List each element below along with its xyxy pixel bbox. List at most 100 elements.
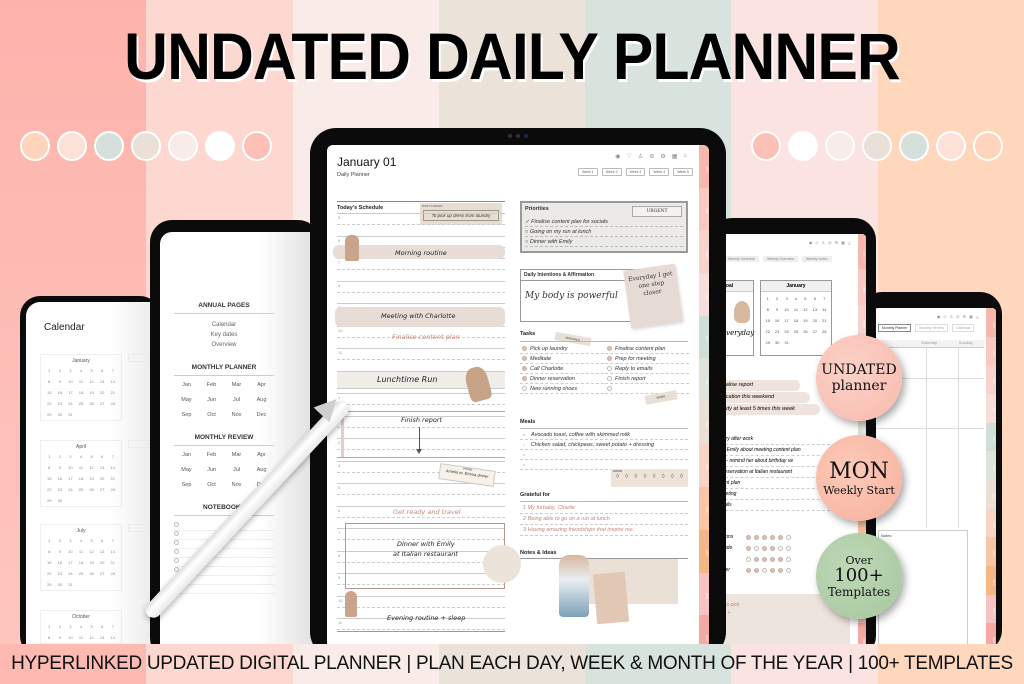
water-drop-icon[interactable]: ◊ bbox=[616, 474, 619, 480]
dont-forget-text[interactable]: To pick up dress from laundry bbox=[423, 210, 499, 221]
calendar-day[interactable]: 18 bbox=[76, 390, 87, 395]
task-item[interactable]: Dinner reservation bbox=[520, 374, 604, 384]
month-tab-mar[interactable]: MAR bbox=[699, 230, 709, 274]
week-tab[interactable]: Week 3 bbox=[625, 168, 646, 176]
calendar-day[interactable]: 19 bbox=[86, 560, 97, 565]
bell-icon[interactable]: ⌂ bbox=[683, 153, 687, 160]
review-month-link[interactable]: Oct bbox=[199, 482, 224, 488]
review-month-link[interactable]: Mar bbox=[224, 452, 249, 458]
calendar-day[interactable]: 23 bbox=[772, 329, 781, 334]
tab-monthly-planner[interactable]: Monthly Planner bbox=[878, 324, 912, 332]
month-tab-feb[interactable]: FEB bbox=[858, 269, 866, 305]
habit-dot[interactable] bbox=[754, 568, 759, 573]
planner-month-link[interactable]: Sep bbox=[174, 412, 199, 418]
calendar-day[interactable]: 19 bbox=[86, 476, 97, 481]
calendar-day[interactable]: 22 bbox=[44, 401, 55, 406]
calendar-day[interactable]: 10 bbox=[65, 635, 76, 640]
calendar-day[interactable]: 10 bbox=[65, 465, 76, 470]
week-tab[interactable]: Week 2 bbox=[601, 168, 622, 176]
calendar-day[interactable]: 26 bbox=[86, 401, 97, 406]
calendar-day[interactable]: 26 bbox=[86, 571, 97, 576]
calendar-day[interactable]: 17 bbox=[782, 318, 791, 323]
calendar-day[interactable]: 29 bbox=[44, 498, 55, 503]
calendar-day[interactable]: 10 bbox=[65, 379, 76, 384]
water-drop-icon[interactable]: ◊ bbox=[680, 474, 683, 480]
meal-row[interactable]: D bbox=[520, 450, 688, 460]
month-tab-jun[interactable]: JUN bbox=[986, 451, 996, 481]
notebook-radio-icon[interactable] bbox=[174, 540, 179, 545]
event-dinner-line1[interactable]: Dinner with Emily bbox=[397, 540, 455, 548]
calendar-day[interactable]: 12 bbox=[801, 307, 810, 312]
calendar-day[interactable]: 3 bbox=[65, 368, 76, 373]
month-tab-jan[interactable]: JAN bbox=[858, 234, 866, 270]
calendar-day[interactable]: 5 bbox=[86, 368, 97, 373]
water-drop-icon[interactable]: ◊ bbox=[625, 474, 628, 480]
calendar-day[interactable]: 6 bbox=[97, 538, 108, 543]
calendar-day[interactable]: 15 bbox=[763, 318, 772, 323]
calendar-day[interactable]: 10 bbox=[65, 549, 76, 554]
calendar-day[interactable]: 16 bbox=[55, 476, 66, 481]
month-tab-sep[interactable]: SEP bbox=[699, 487, 709, 530]
calendar-day[interactable]: 10 bbox=[782, 307, 791, 312]
weekly-task-item[interactable]: itent plan bbox=[720, 478, 830, 489]
habit-dot[interactable] bbox=[746, 568, 751, 573]
grid-icon[interactable]: ▦ bbox=[672, 153, 678, 160]
calendar-day[interactable]: 17 bbox=[65, 476, 76, 481]
calendar-day[interactable]: 8 bbox=[44, 635, 55, 640]
calendar-day[interactable]: 1 bbox=[763, 296, 772, 301]
calendar-day[interactable]: 9 bbox=[55, 379, 66, 384]
calendar-day[interactable]: 18 bbox=[76, 476, 87, 481]
month-tab-sep[interactable]: SEP bbox=[986, 537, 996, 567]
habit-dot[interactable] bbox=[754, 535, 759, 540]
month-tab-jan[interactable]: JAN bbox=[986, 308, 996, 337]
calendar-day[interactable]: 11 bbox=[791, 307, 800, 312]
water-drop-icon[interactable]: ◊ bbox=[634, 474, 637, 480]
habit-dot[interactable] bbox=[754, 557, 759, 562]
calendar-day[interactable]: 23 bbox=[55, 401, 66, 406]
habit-dot[interactable] bbox=[762, 535, 767, 540]
calendar-day[interactable]: 4 bbox=[76, 624, 87, 629]
calendar-day[interactable]: 25 bbox=[76, 571, 87, 576]
person-icon[interactable]: ♙ bbox=[638, 153, 643, 160]
planner-month-link[interactable]: Jan bbox=[174, 382, 199, 388]
habit-dot[interactable] bbox=[746, 546, 751, 551]
month-tab-aug[interactable]: AUG bbox=[699, 444, 709, 487]
meal-row[interactable]: L Chicken salad, chickpeas, sweet potato … bbox=[520, 440, 688, 450]
notebook-row[interactable] bbox=[174, 585, 274, 594]
habit-dot[interactable] bbox=[770, 568, 775, 573]
calendar-day[interactable]: 12 bbox=[86, 379, 97, 384]
calendar-day[interactable]: 5 bbox=[86, 454, 97, 459]
calendar-day[interactable]: 20 bbox=[97, 560, 108, 565]
calendar-day[interactable]: 9 bbox=[55, 549, 66, 554]
calendar-day[interactable]: 25 bbox=[76, 401, 87, 406]
habit-dot[interactable] bbox=[762, 568, 767, 573]
calendar-day[interactable]: 8 bbox=[44, 549, 55, 554]
habit-dot[interactable] bbox=[786, 546, 791, 551]
notebook-radio-icon[interactable] bbox=[174, 522, 179, 527]
calendar-day[interactable]: 1 bbox=[44, 538, 55, 543]
habit-dot[interactable] bbox=[770, 535, 775, 540]
tab-weekly-overview[interactable]: Weekly Overview bbox=[762, 256, 798, 262]
calendar-day[interactable]: 28 bbox=[820, 329, 829, 334]
calendar-day[interactable]: 11 bbox=[76, 549, 87, 554]
calendar-day[interactable]: 2 bbox=[55, 368, 66, 373]
calendar-day[interactable]: 3 bbox=[65, 624, 76, 629]
habit-dot[interactable] bbox=[786, 568, 791, 573]
review-month-link[interactable]: Jul bbox=[224, 467, 249, 473]
task-item[interactable]: Meditate bbox=[520, 354, 604, 364]
task-item[interactable]: Finish report bbox=[605, 374, 689, 384]
calendar-day[interactable]: 16 bbox=[55, 560, 66, 565]
calendar-day[interactable]: 20 bbox=[97, 476, 108, 481]
calendar-day[interactable]: 29 bbox=[44, 412, 55, 417]
calendar-day[interactable]: 24 bbox=[65, 571, 76, 576]
month-tab-jun[interactable]: JUN bbox=[699, 358, 709, 402]
heart-icon[interactable]: ♡ bbox=[627, 153, 632, 160]
month-tab-mar[interactable]: MAR bbox=[986, 365, 996, 395]
water-drop-icon[interactable]: ◊ bbox=[643, 474, 646, 480]
week-tab[interactable]: Week 1 bbox=[577, 168, 598, 176]
review-month-link[interactable]: Jun bbox=[199, 467, 224, 473]
calendar-day[interactable]: 5 bbox=[801, 296, 810, 301]
priority-item[interactable]: ○ Dinner with Emily bbox=[525, 237, 683, 247]
month-tab-nov[interactable]: NOV bbox=[986, 594, 996, 624]
calendar-day[interactable]: 3 bbox=[65, 454, 76, 459]
